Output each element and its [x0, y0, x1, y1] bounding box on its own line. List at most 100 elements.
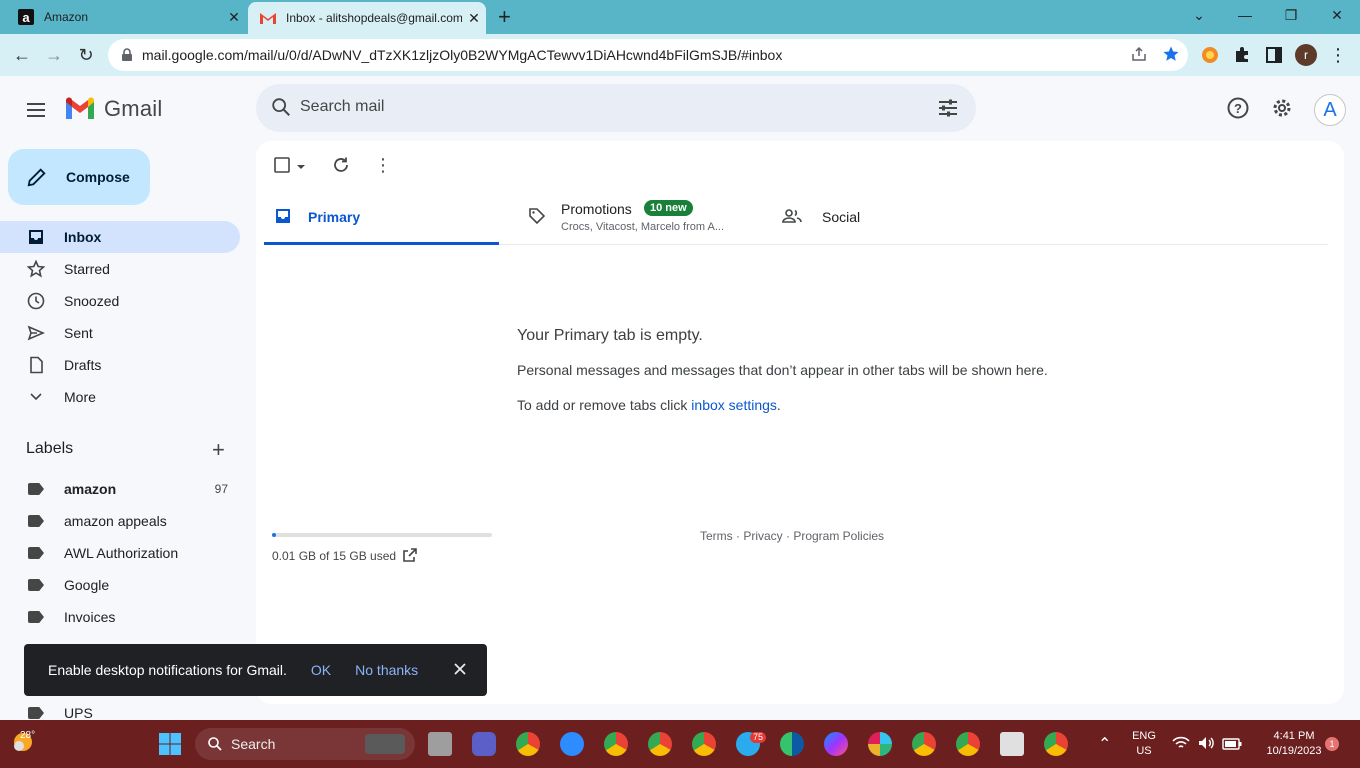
wifi-icon[interactable]	[1172, 736, 1190, 755]
label-count: 97	[214, 482, 228, 496]
edge-icon[interactable]	[780, 732, 804, 756]
people-icon	[782, 209, 802, 223]
label-item-amazon-appeals[interactable]: amazon appeals	[0, 505, 240, 537]
slack-icon[interactable]	[868, 732, 892, 756]
label-tag-icon	[26, 511, 46, 531]
snackbar-no-thanks-button[interactable]: No thanks	[355, 662, 418, 678]
snipping-tool-icon[interactable]	[1000, 732, 1024, 756]
extension-icon[interactable]	[1199, 44, 1221, 66]
restore-icon[interactable]: ❐	[1268, 4, 1314, 26]
sidebar-item-label: Snoozed	[64, 293, 120, 309]
profile-avatar[interactable]: r	[1295, 44, 1317, 66]
select-dropdown-icon[interactable]	[296, 159, 306, 177]
footer-links[interactable]: Terms · Privacy · Program Policies	[700, 529, 884, 543]
search-mail-bar[interactable]: Search mail	[256, 84, 976, 132]
tag-icon	[529, 208, 546, 225]
show-hidden-icons-chevron-icon[interactable]: ⌃	[1098, 734, 1111, 754]
zoom-icon[interactable]	[560, 732, 584, 756]
tab-search-chevron-icon[interactable]: ⌄	[1176, 4, 1222, 26]
inbox-category-tabs: Primary Promotions 10 new Crocs, Vitacos…	[264, 189, 1328, 245]
inbox-settings-link[interactable]: inbox settings	[691, 397, 777, 413]
notification-snackbar: Enable desktop notifications for Gmail. …	[24, 644, 487, 696]
sidebar-item-label: More	[64, 389, 96, 405]
gmail-logo[interactable]: Gmail	[64, 96, 162, 122]
back-icon[interactable]: ←	[10, 43, 34, 67]
clock[interactable]: 4:41 PM 10/19/2023	[1252, 729, 1336, 759]
browser-tab-amazon[interactable]: a Amazon ✕	[0, 0, 246, 34]
task-view-icon[interactable]	[428, 732, 452, 756]
label-tag-icon	[26, 575, 46, 595]
volume-icon[interactable]	[1198, 736, 1216, 755]
chrome-icon[interactable]	[516, 732, 540, 756]
browser-menu-icon[interactable]: ⋮	[1327, 44, 1349, 66]
inbox-icon	[26, 227, 46, 247]
sidebar-item-label: Inbox	[64, 229, 102, 245]
windows-start-icon[interactable]	[158, 732, 182, 761]
close-tab-icon[interactable]: ✕	[222, 9, 246, 26]
extensions-puzzle-icon[interactable]	[1231, 44, 1253, 66]
minimize-icon[interactable]: —	[1222, 4, 1268, 26]
main-menu-icon[interactable]	[24, 98, 48, 122]
search-options-icon[interactable]	[936, 96, 960, 120]
settings-gear-icon[interactable]	[1270, 96, 1294, 120]
chrome-profile-icon[interactable]	[692, 732, 716, 756]
inbox-icon	[276, 209, 290, 223]
side-panel-icon[interactable]	[1263, 44, 1285, 66]
sidebar-item-starred[interactable]: Starred	[0, 253, 240, 285]
tab-primary[interactable]: Primary	[264, 189, 499, 245]
sidebar-item-label: Starred	[64, 261, 110, 277]
close-tab-icon[interactable]: ✕	[462, 10, 486, 27]
clock-icon	[26, 291, 46, 311]
bookmark-star-icon[interactable]	[1162, 45, 1180, 63]
compose-button[interactable]: Compose	[8, 149, 150, 205]
browser-tab-inbox[interactable]: Inbox - alitshopdeals@gmail.com ✕	[248, 2, 486, 34]
select-all-checkbox[interactable]	[274, 157, 290, 178]
add-label-icon[interactable]: +	[212, 439, 225, 461]
chrome-profile-icon[interactable]	[1044, 732, 1068, 756]
gmail-logo-text: Gmail	[104, 96, 163, 121]
sidebar-item-inbox[interactable]: Inbox	[0, 221, 240, 253]
reload-icon[interactable]: ↻	[74, 43, 98, 67]
messenger-icon[interactable]	[824, 732, 848, 756]
sidebar-item-drafts[interactable]: Drafts	[0, 349, 240, 381]
notification-badge[interactable]: 1	[1325, 737, 1339, 751]
forward-icon[interactable]: →	[42, 43, 66, 67]
telegram-badge: 75	[750, 732, 767, 743]
chrome-active-icon[interactable]	[912, 732, 936, 756]
more-options-icon[interactable]: ⋮	[374, 155, 392, 176]
sidebar-item-snoozed[interactable]: Snoozed	[0, 285, 240, 317]
sidebar-item-sent[interactable]: Sent	[0, 317, 240, 349]
share-icon[interactable]	[1130, 45, 1148, 63]
region-code: US	[1136, 745, 1152, 757]
label-item-google[interactable]: Google	[0, 569, 240, 601]
new-tab-icon[interactable]: +	[498, 6, 511, 28]
sidebar-item-more[interactable]: More	[0, 381, 240, 413]
search-icon[interactable]	[270, 96, 292, 118]
window-close-icon[interactable]: ✕	[1314, 4, 1360, 26]
teams-meet-icon[interactable]	[472, 732, 496, 756]
close-icon[interactable]	[451, 660, 469, 678]
help-icon[interactable]: ?	[1226, 96, 1250, 120]
label-item-awl-authorization[interactable]: AWL Authorization	[0, 537, 240, 569]
empty-state-tabs-hint: To add or remove tabs click inbox settin…	[517, 397, 781, 413]
input-language[interactable]: ENG US	[1128, 729, 1160, 759]
tab-promotions[interactable]: Promotions 10 new Crocs, Vitacost, Marce…	[518, 189, 758, 245]
tab-social[interactable]: Social	[772, 189, 972, 245]
weather-temperature: 28°	[20, 730, 36, 741]
address-bar[interactable]: mail.google.com/mail/u/0/d/ADwNV_dTzXK1z…	[108, 39, 1188, 71]
open-in-new-icon[interactable]	[402, 547, 418, 568]
account-avatar[interactable]: A	[1314, 94, 1346, 126]
storage-usage-fill	[272, 533, 277, 537]
taskbar-search-box[interactable]: Search	[195, 728, 415, 760]
chrome-profile-icon[interactable]	[604, 732, 628, 756]
chrome-profile-icon[interactable]	[956, 732, 980, 756]
label-item-invoices[interactable]: Invoices	[0, 601, 240, 633]
storage-usage-text: 0.01 GB of 15 GB used	[272, 549, 397, 563]
refresh-icon[interactable]	[332, 156, 350, 179]
battery-icon[interactable]	[1222, 737, 1242, 755]
label-item-amazon[interactable]: amazon 97	[0, 473, 240, 505]
search-input[interactable]: Search mail	[300, 98, 384, 116]
gmail-favicon-icon	[260, 10, 276, 26]
chrome-profile-icon[interactable]	[648, 732, 672, 756]
snackbar-ok-button[interactable]: OK	[311, 662, 331, 678]
